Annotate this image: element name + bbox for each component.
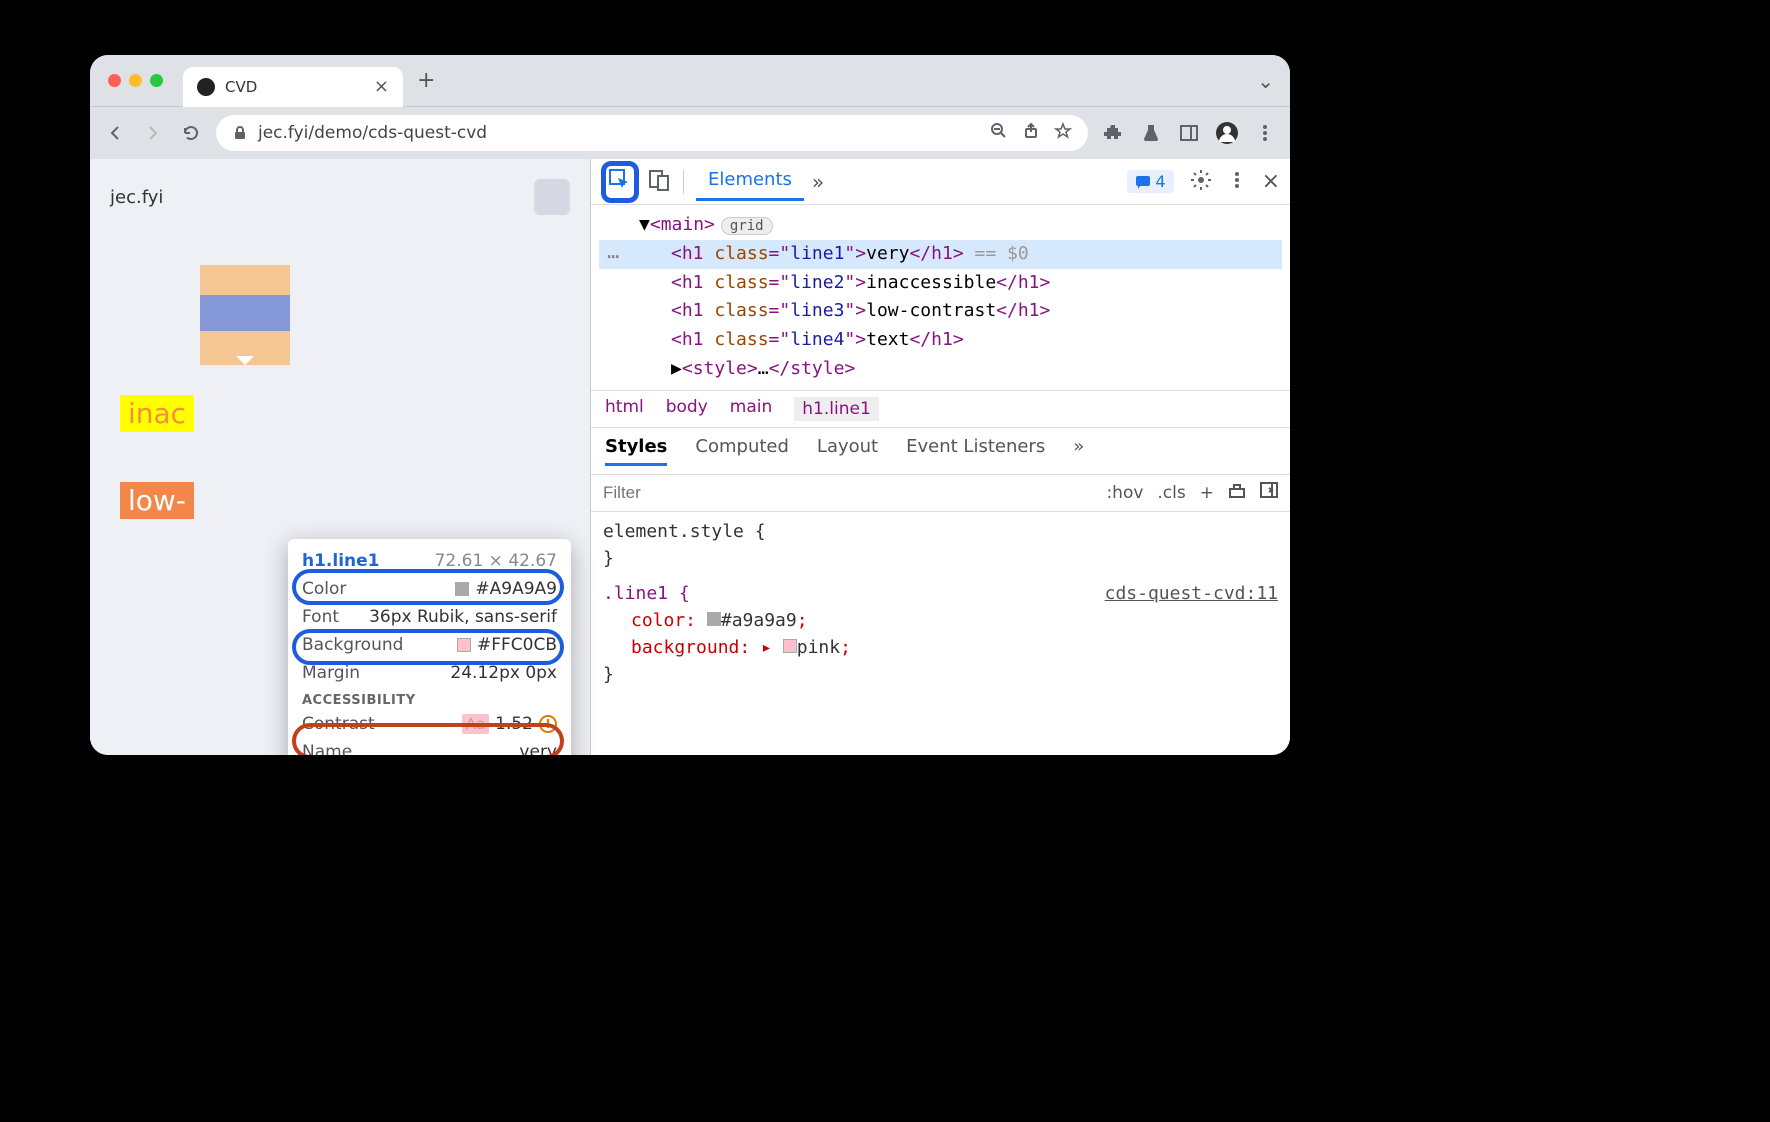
sidepanel-icon[interactable] bbox=[1176, 120, 1202, 146]
device-toggle[interactable] bbox=[647, 168, 671, 196]
reload-button[interactable] bbox=[178, 120, 204, 146]
window-controls bbox=[108, 74, 163, 87]
tabs-dropdown-icon[interactable]: ⌄ bbox=[1257, 69, 1274, 93]
inspect-icon[interactable] bbox=[608, 168, 632, 192]
messages-count[interactable]: 4 bbox=[1127, 170, 1173, 193]
forward-button[interactable] bbox=[140, 120, 166, 146]
new-tab-button[interactable]: + bbox=[417, 68, 435, 93]
maximize-window[interactable] bbox=[150, 74, 163, 87]
contrast-value: 1.52 bbox=[495, 714, 533, 734]
browser-tab[interactable]: CVD × bbox=[183, 67, 403, 107]
contrast-label: Contrast bbox=[302, 714, 375, 734]
a11y-section: ACCESSIBILITY bbox=[288, 687, 571, 710]
css-bg-swatch[interactable] bbox=[783, 639, 797, 653]
page-content: jec.fyi very inac low- h1.line1 72.61 × 4… bbox=[90, 159, 590, 755]
font-label: Font bbox=[302, 607, 339, 627]
layout-tab[interactable]: Layout bbox=[817, 436, 878, 466]
crumb-main[interactable]: main bbox=[730, 397, 772, 421]
crumb-body[interactable]: body bbox=[666, 397, 708, 421]
color-swatch bbox=[455, 582, 469, 596]
tab-title: CVD bbox=[225, 78, 257, 96]
more-icon[interactable] bbox=[1228, 171, 1246, 193]
name-value: very bbox=[519, 742, 557, 755]
toolbar: jec.fyi/demo/cds-quest-cvd bbox=[90, 107, 1290, 159]
favicon bbox=[197, 78, 215, 96]
name-label: Name bbox=[302, 742, 352, 755]
listeners-tab[interactable]: Event Listeners bbox=[906, 436, 1045, 466]
filter-input[interactable] bbox=[591, 475, 1094, 511]
close-window[interactable] bbox=[108, 74, 121, 87]
styles-tabs: Styles Computed Layout Event Listeners » bbox=[591, 428, 1290, 475]
bg-swatch bbox=[457, 638, 471, 652]
browser-window: CVD × + ⌄ jec.fyi/demo/cds-quest-cvd jec… bbox=[90, 55, 1290, 755]
elements-tab[interactable]: Elements bbox=[696, 163, 804, 201]
line2-element[interactable]: inac bbox=[120, 395, 194, 432]
devtools-panel: Elements » 4 × ▼<main>grid <h1 class="li… bbox=[590, 159, 1290, 755]
settings-icon[interactable] bbox=[1190, 169, 1212, 195]
titlebar: CVD × + ⌄ bbox=[90, 55, 1290, 107]
selected-node: <h1 class="line1">very</h1> == $0 bbox=[599, 240, 1282, 269]
bg-label: Background bbox=[302, 635, 403, 655]
more-style-tabs-icon[interactable]: » bbox=[1073, 436, 1084, 466]
brush-icon[interactable] bbox=[1228, 481, 1246, 504]
tooltip-dimensions: 72.61 × 42.67 bbox=[435, 551, 557, 571]
zoom-icon[interactable] bbox=[990, 122, 1008, 145]
page-title: jec.fyi bbox=[110, 187, 163, 208]
line1-text: very bbox=[200, 295, 290, 331]
url: jec.fyi/demo/cds-quest-cvd bbox=[258, 123, 487, 143]
hov-button[interactable]: :hov bbox=[1106, 483, 1143, 503]
minimize-window[interactable] bbox=[129, 74, 142, 87]
address-bar[interactable]: jec.fyi/demo/cds-quest-cvd bbox=[216, 115, 1088, 151]
lock-icon bbox=[232, 125, 248, 141]
dark-mode-toggle[interactable] bbox=[534, 179, 570, 215]
devtools-tabs: Elements » 4 × bbox=[591, 159, 1290, 205]
share-icon[interactable] bbox=[1022, 122, 1040, 145]
dom-tree[interactable]: ▼<main>grid <h1 class="line1">very</h1> … bbox=[591, 205, 1290, 390]
cls-button[interactable]: .cls bbox=[1157, 483, 1185, 503]
color-value: #A9A9A9 bbox=[475, 579, 557, 599]
inspect-button-highlight bbox=[601, 161, 639, 203]
extensions-icon[interactable] bbox=[1100, 120, 1126, 146]
margin-label: Margin bbox=[302, 663, 360, 683]
menu-icon[interactable] bbox=[1252, 120, 1278, 146]
star-icon[interactable] bbox=[1054, 122, 1072, 145]
filter-row: :hov .cls + bbox=[591, 475, 1290, 512]
breadcrumb: html body main h1.line1 bbox=[591, 390, 1290, 428]
css-color-swatch[interactable] bbox=[707, 612, 721, 626]
styles-tab[interactable]: Styles bbox=[605, 436, 667, 466]
color-label: Color bbox=[302, 579, 346, 599]
contrast-sample: Aa bbox=[462, 714, 489, 734]
inspector-tooltip: h1.line1 72.61 × 42.67 Color #A9A9A9 Font 3… bbox=[288, 539, 571, 755]
bg-value: #FFC0CB bbox=[477, 635, 557, 655]
computed-tab[interactable]: Computed bbox=[695, 436, 789, 466]
labs-icon[interactable] bbox=[1138, 120, 1164, 146]
css-rules[interactable]: element.style { } .line1 {cds-quest-cvd:… bbox=[591, 512, 1290, 694]
crumb-h1[interactable]: h1.line1 bbox=[794, 397, 879, 421]
crumb-html[interactable]: html bbox=[605, 397, 644, 421]
line1-element[interactable]: very bbox=[200, 265, 290, 365]
line3-element[interactable]: low- bbox=[120, 482, 194, 519]
margin-value: 24.12px 0px bbox=[450, 663, 557, 683]
warning-icon: ! bbox=[539, 715, 557, 733]
grid-badge[interactable]: grid bbox=[721, 217, 773, 235]
profile-icon[interactable] bbox=[1214, 120, 1240, 146]
close-tab-icon[interactable]: × bbox=[374, 76, 389, 97]
tooltip-selector: h1.line1 bbox=[302, 551, 380, 571]
more-tabs-icon[interactable]: » bbox=[812, 170, 824, 194]
panel-icon[interactable] bbox=[1260, 481, 1278, 504]
source-link[interactable]: cds-quest-cvd:11 bbox=[1105, 580, 1278, 607]
add-rule-icon[interactable]: + bbox=[1200, 483, 1214, 503]
font-value: 36px Rubik, sans-serif bbox=[369, 607, 557, 627]
back-button[interactable] bbox=[102, 120, 128, 146]
close-devtools-icon[interactable]: × bbox=[1262, 169, 1280, 194]
